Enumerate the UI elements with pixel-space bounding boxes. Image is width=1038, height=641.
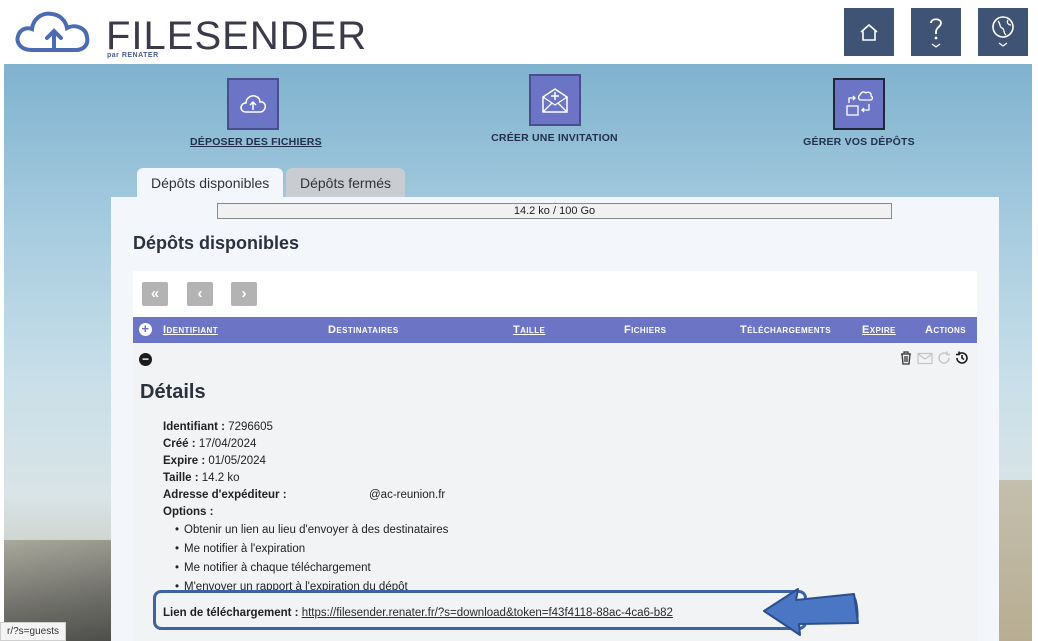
label-sender: Adresse d'expéditeur : [163,489,287,501]
filesender-logo[interactable]: FILESENDER par RENATER [14,8,366,60]
background-field [998,480,1032,641]
column-taille[interactable]: Taille [513,324,545,336]
list-item: Me notifier à chaque téléchargement [175,559,448,578]
nav-invite-label[interactable]: CRÉER UNE INVITATION [487,132,622,144]
manage-button-tile[interactable] [833,78,885,130]
nav-upload-files[interactable]: DÉPOSER DES FICHIERS [190,78,322,148]
refresh-icon[interactable] [937,351,951,365]
pagination: « ‹ › [133,271,977,317]
help-icon [930,18,942,48]
previous-page-button[interactable]: ‹ [187,282,213,306]
field-expire: Expire : 01/05/2024 [163,453,448,470]
pointer-arrow-icon [763,588,859,636]
label-identifiant: Identifiant : [163,421,225,433]
field-sender: Adresse d'expéditeur : @ac-reunion.fr [163,487,448,504]
transfers-panel: 14.2 ko / 100 Go Dépôts disponibles « ‹ … [111,197,999,641]
help-button[interactable] [911,8,961,56]
highlight-box [153,590,807,630]
history-icon[interactable] [955,351,969,365]
nav-manage-transfers[interactable]: GÉRER VOS DÉPÔTS [800,78,918,148]
label-cree: Créé : [163,438,196,450]
nav-manage-label[interactable]: GÉRER VOS DÉPÔTS [800,136,918,148]
quota-bar: 14.2 ko / 100 Go [217,203,892,219]
field-identifiant: Identifiant : 7296605 [163,419,448,436]
field-options: Options : [163,504,448,521]
value-expire: 01/05/2024 [208,455,266,467]
envelope-plus-icon [541,88,568,113]
label-expire: Expire : [163,455,206,467]
list-item: Obtenir un lien au lieu d'envoyer à des … [175,521,448,540]
language-button[interactable] [978,8,1028,56]
column-actions: Actions [925,324,966,336]
column-telechargements: Téléchargements [740,324,831,336]
nav-upload-label[interactable]: DÉPOSER DES FICHIERS [190,136,322,148]
logo-subtitle: par RENATER [107,52,159,59]
first-page-button[interactable]: « [142,282,168,306]
column-expire[interactable]: Expire [862,324,896,336]
label-options: Options : [163,506,214,518]
value-cree: 17/04/2024 [198,438,257,450]
header: FILESENDER par RENATER [0,0,1038,64]
upload-button-tile[interactable] [226,78,279,130]
tab-available-transfers[interactable]: Dépôts disponibles [137,168,284,198]
value-identifiant: 7296605 [228,421,273,433]
trash-icon[interactable] [899,351,913,365]
row-actions [899,351,969,365]
cloud-upload-icon [239,95,266,113]
details-title: Détails [140,381,206,403]
column-fichiers: Fichiers [624,324,667,336]
next-page-button[interactable]: › [231,282,257,306]
status-bar-url: r/?s=guests [0,622,66,641]
collapse-details-icon[interactable]: − [139,353,152,366]
value-sender: @ac-reunion.fr [369,489,446,501]
transfer-cloud-icon [846,91,874,116]
label-taille: Taille : [163,472,199,484]
cloud-upload-logo-icon [15,11,90,52]
email-icon[interactable] [917,352,933,365]
panel-title: Dépôts disponibles [133,233,300,253]
value-taille: 14.2 ko [201,472,240,484]
invite-button-tile[interactable] [528,74,581,126]
options-list: Obtenir un lien au lieu d'envoyer à des … [175,521,448,597]
field-cree: Créé : 17/04/2024 [163,436,448,453]
nav-create-invitation[interactable]: CRÉER UNE INVITATION [487,74,622,144]
table-header: + Identifiant Destinataires Taille Fichi… [133,317,977,343]
field-taille: Taille : 14.2 ko [163,470,448,487]
list-item: Me notifier à l'expiration [175,540,448,559]
tab-closed-transfers[interactable]: Dépôts fermés [286,168,406,198]
home-icon [860,23,878,41]
column-identifiant[interactable]: Identifiant [163,324,218,336]
expand-all-icon[interactable]: + [139,322,152,336]
home-button[interactable] [844,8,894,56]
details-fields: Identifiant : 7296605 Créé : 17/04/2024 … [163,419,448,597]
language-globe-icon [992,16,1014,47]
column-destinataires: Destinataires [328,324,399,336]
